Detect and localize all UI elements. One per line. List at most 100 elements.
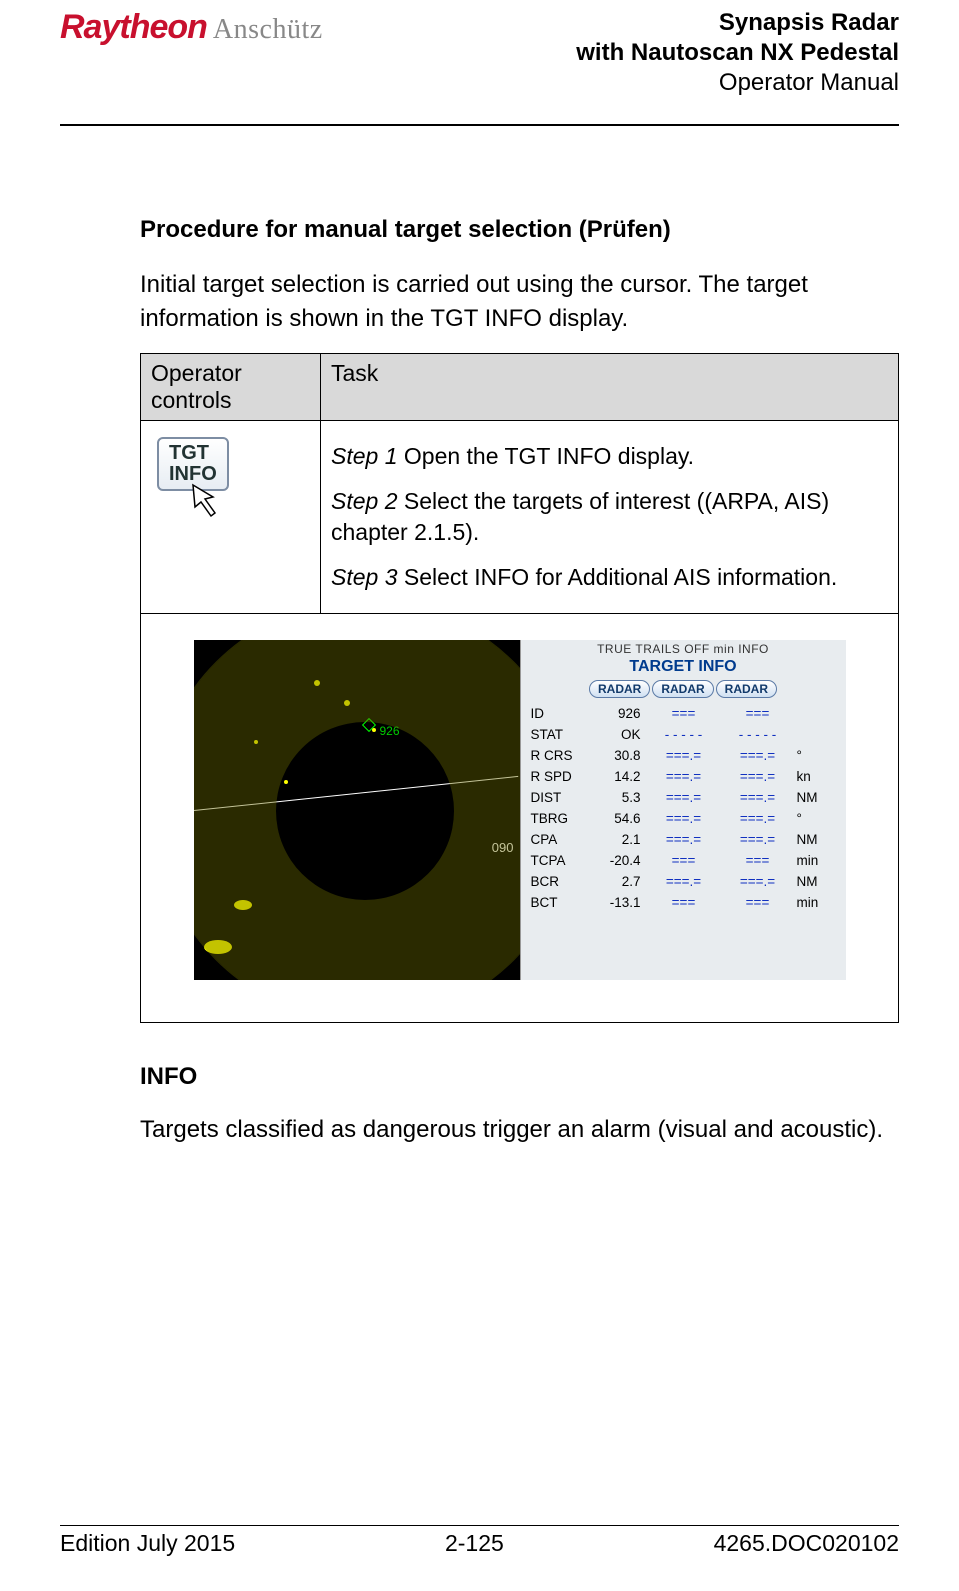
info-row-label: TCPA — [531, 851, 587, 872]
info-row-val2: === — [647, 851, 721, 872]
footer-page-number: 2-125 — [445, 1530, 504, 1557]
radar-echo-icon — [372, 728, 376, 732]
info-row-unit: kn — [795, 767, 829, 788]
logo-raytheon: Raytheon — [60, 8, 207, 47]
target-info-panel: TRUE TRAILS OFF min INFO TARGET INFO RAD… — [520, 640, 846, 980]
info-row-val3: ===.= — [721, 872, 795, 893]
info-row-val1: 14.2 — [587, 767, 647, 788]
info-row-val2: === — [647, 704, 721, 725]
info-row-val1: 5.3 — [587, 788, 647, 809]
info-row-val2: ===.= — [647, 767, 721, 788]
info-row-val2: ===.= — [647, 809, 721, 830]
radar-echo-icon — [284, 780, 288, 784]
section-intro: Initial target selection is carried out … — [140, 268, 899, 335]
tgt-info-button-line1: TGT — [169, 443, 217, 464]
info-row-val2: ===.= — [647, 788, 721, 809]
procedure-table: Operator controls Task TGT INFO — [140, 353, 899, 1023]
info-row-val1: 30.8 — [587, 746, 647, 767]
target-info-row: R CRS30.8===.====.=° — [531, 746, 838, 767]
target-info-row: ID926====== — [531, 704, 838, 725]
info-row-unit: NM — [795, 830, 829, 851]
step-2-text: Select the targets of interest ((ARPA, A… — [331, 488, 829, 545]
task-cell: Step 1 Open the TGT INFO display. Step 2… — [321, 421, 899, 614]
step-1: Step 1 Open the TGT INFO display. — [331, 441, 888, 472]
info-subheading: INFO — [140, 1063, 899, 1091]
info-row-val3: === — [721, 704, 795, 725]
info-row-val3: ===.= — [721, 809, 795, 830]
doc-title-line-2: with Nautoscan NX Pedestal — [576, 38, 899, 68]
info-row-label: ID — [531, 704, 587, 725]
info-row-val2: ===.= — [647, 872, 721, 893]
target-info-row: DIST5.3===.====.=NM — [531, 788, 838, 809]
info-row-val3: ===.= — [721, 767, 795, 788]
radar-echo-icon — [314, 680, 320, 686]
radar-source-tabs: RADAR RADAR RADAR — [521, 680, 846, 704]
info-row-unit: min — [795, 893, 829, 914]
info-row-unit — [795, 704, 829, 725]
step-1-label: Step 1 — [331, 443, 398, 469]
info-row-val2: === — [647, 893, 721, 914]
info-row-val1: -20.4 — [587, 851, 647, 872]
info-row-label: BCT — [531, 893, 587, 914]
document-title-block: Synapsis Radar with Nautoscan NX Pedesta… — [576, 8, 899, 98]
target-info-row: BCT-13.1======min — [531, 893, 838, 914]
footer-docnum: 4265.DOC020102 — [714, 1530, 899, 1557]
info-row-label: BCR — [531, 872, 587, 893]
info-row-val1: 54.6 — [587, 809, 647, 830]
col-header-task: Task — [321, 354, 899, 421]
info-row-label: R CRS — [531, 746, 587, 767]
radar-echo-icon — [204, 940, 232, 954]
target-info-row: TBRG54.6===.====.=° — [531, 809, 838, 830]
info-row-val2: ===.= — [647, 746, 721, 767]
radar-tab-1[interactable]: RADAR — [589, 680, 650, 698]
logo-anschutz: Anschütz — [213, 14, 323, 46]
doc-title-line-1: Synapsis Radar — [576, 8, 899, 38]
info-row-val2: - - - - - — [647, 725, 721, 746]
section-heading: Procedure for manual target selection (P… — [140, 216, 899, 244]
info-row-val3: ===.= — [721, 788, 795, 809]
target-info-title: TARGET INFO — [521, 656, 846, 680]
step-1-text: Open the TGT INFO display. — [398, 443, 695, 469]
info-row-val1: 2.7 — [587, 872, 647, 893]
step-3: Step 3 Select INFO for Additional AIS in… — [331, 562, 888, 593]
radar-tab-2[interactable]: RADAR — [652, 680, 713, 698]
info-paragraph: Targets classified as dangerous trigger … — [140, 1113, 899, 1147]
page-footer: Edition July 2015 2-125 4265.DOC020102 — [60, 1525, 899, 1557]
col-header-operator-controls: Operator controls — [141, 354, 321, 421]
info-row-unit — [795, 725, 829, 746]
info-top-strip: TRUE TRAILS OFF min INFO — [521, 640, 846, 656]
cursor-arrow-icon — [187, 479, 346, 529]
bearing-090-label: 090 — [492, 840, 514, 855]
info-row-val3: - - - - - — [721, 725, 795, 746]
screenshot-cell: 926 090 TRUE TRAILS OFF min INFO TARGET … — [141, 614, 899, 1023]
step-3-text: Select INFO for Additional AIS informati… — [398, 564, 838, 590]
info-row-unit: NM — [795, 872, 829, 893]
target-info-row: R SPD14.2===.====.=kn — [531, 767, 838, 788]
info-row-label: DIST — [531, 788, 587, 809]
doc-title-line-3: Operator Manual — [576, 68, 899, 98]
info-row-unit: ° — [795, 809, 829, 830]
step-3-label: Step 3 — [331, 564, 398, 590]
info-row-label: CPA — [531, 830, 587, 851]
info-row-val1: 2.1 — [587, 830, 647, 851]
info-row-val2: ===.= — [647, 830, 721, 851]
target-info-row: TCPA-20.4======min — [531, 851, 838, 872]
target-info-grid: ID926======STATOK- - - - -- - - - -R CRS… — [521, 704, 846, 913]
step-2: Step 2 Select the targets of interest ((… — [331, 486, 888, 548]
info-row-val1: 926 — [587, 704, 647, 725]
info-row-unit: NM — [795, 788, 829, 809]
tracked-target-marker-icon — [361, 718, 375, 732]
info-row-val3: ===.= — [721, 830, 795, 851]
info-row-val3: === — [721, 893, 795, 914]
info-row-val3: === — [721, 851, 795, 872]
radar-tab-3[interactable]: RADAR — [716, 680, 777, 698]
footer-edition: Edition July 2015 — [60, 1530, 235, 1557]
target-info-row: STATOK- - - - -- - - - - — [531, 725, 838, 746]
radar-screenshot: 926 090 TRUE TRAILS OFF min INFO TARGET … — [194, 640, 846, 980]
info-row-val3: ===.= — [721, 746, 795, 767]
target-info-row: BCR2.7===.====.=NM — [531, 872, 838, 893]
info-row-unit: min — [795, 851, 829, 872]
info-row-label: STAT — [531, 725, 587, 746]
radar-ppi-pane: 926 090 — [194, 640, 520, 980]
info-row-val1: OK — [587, 725, 647, 746]
